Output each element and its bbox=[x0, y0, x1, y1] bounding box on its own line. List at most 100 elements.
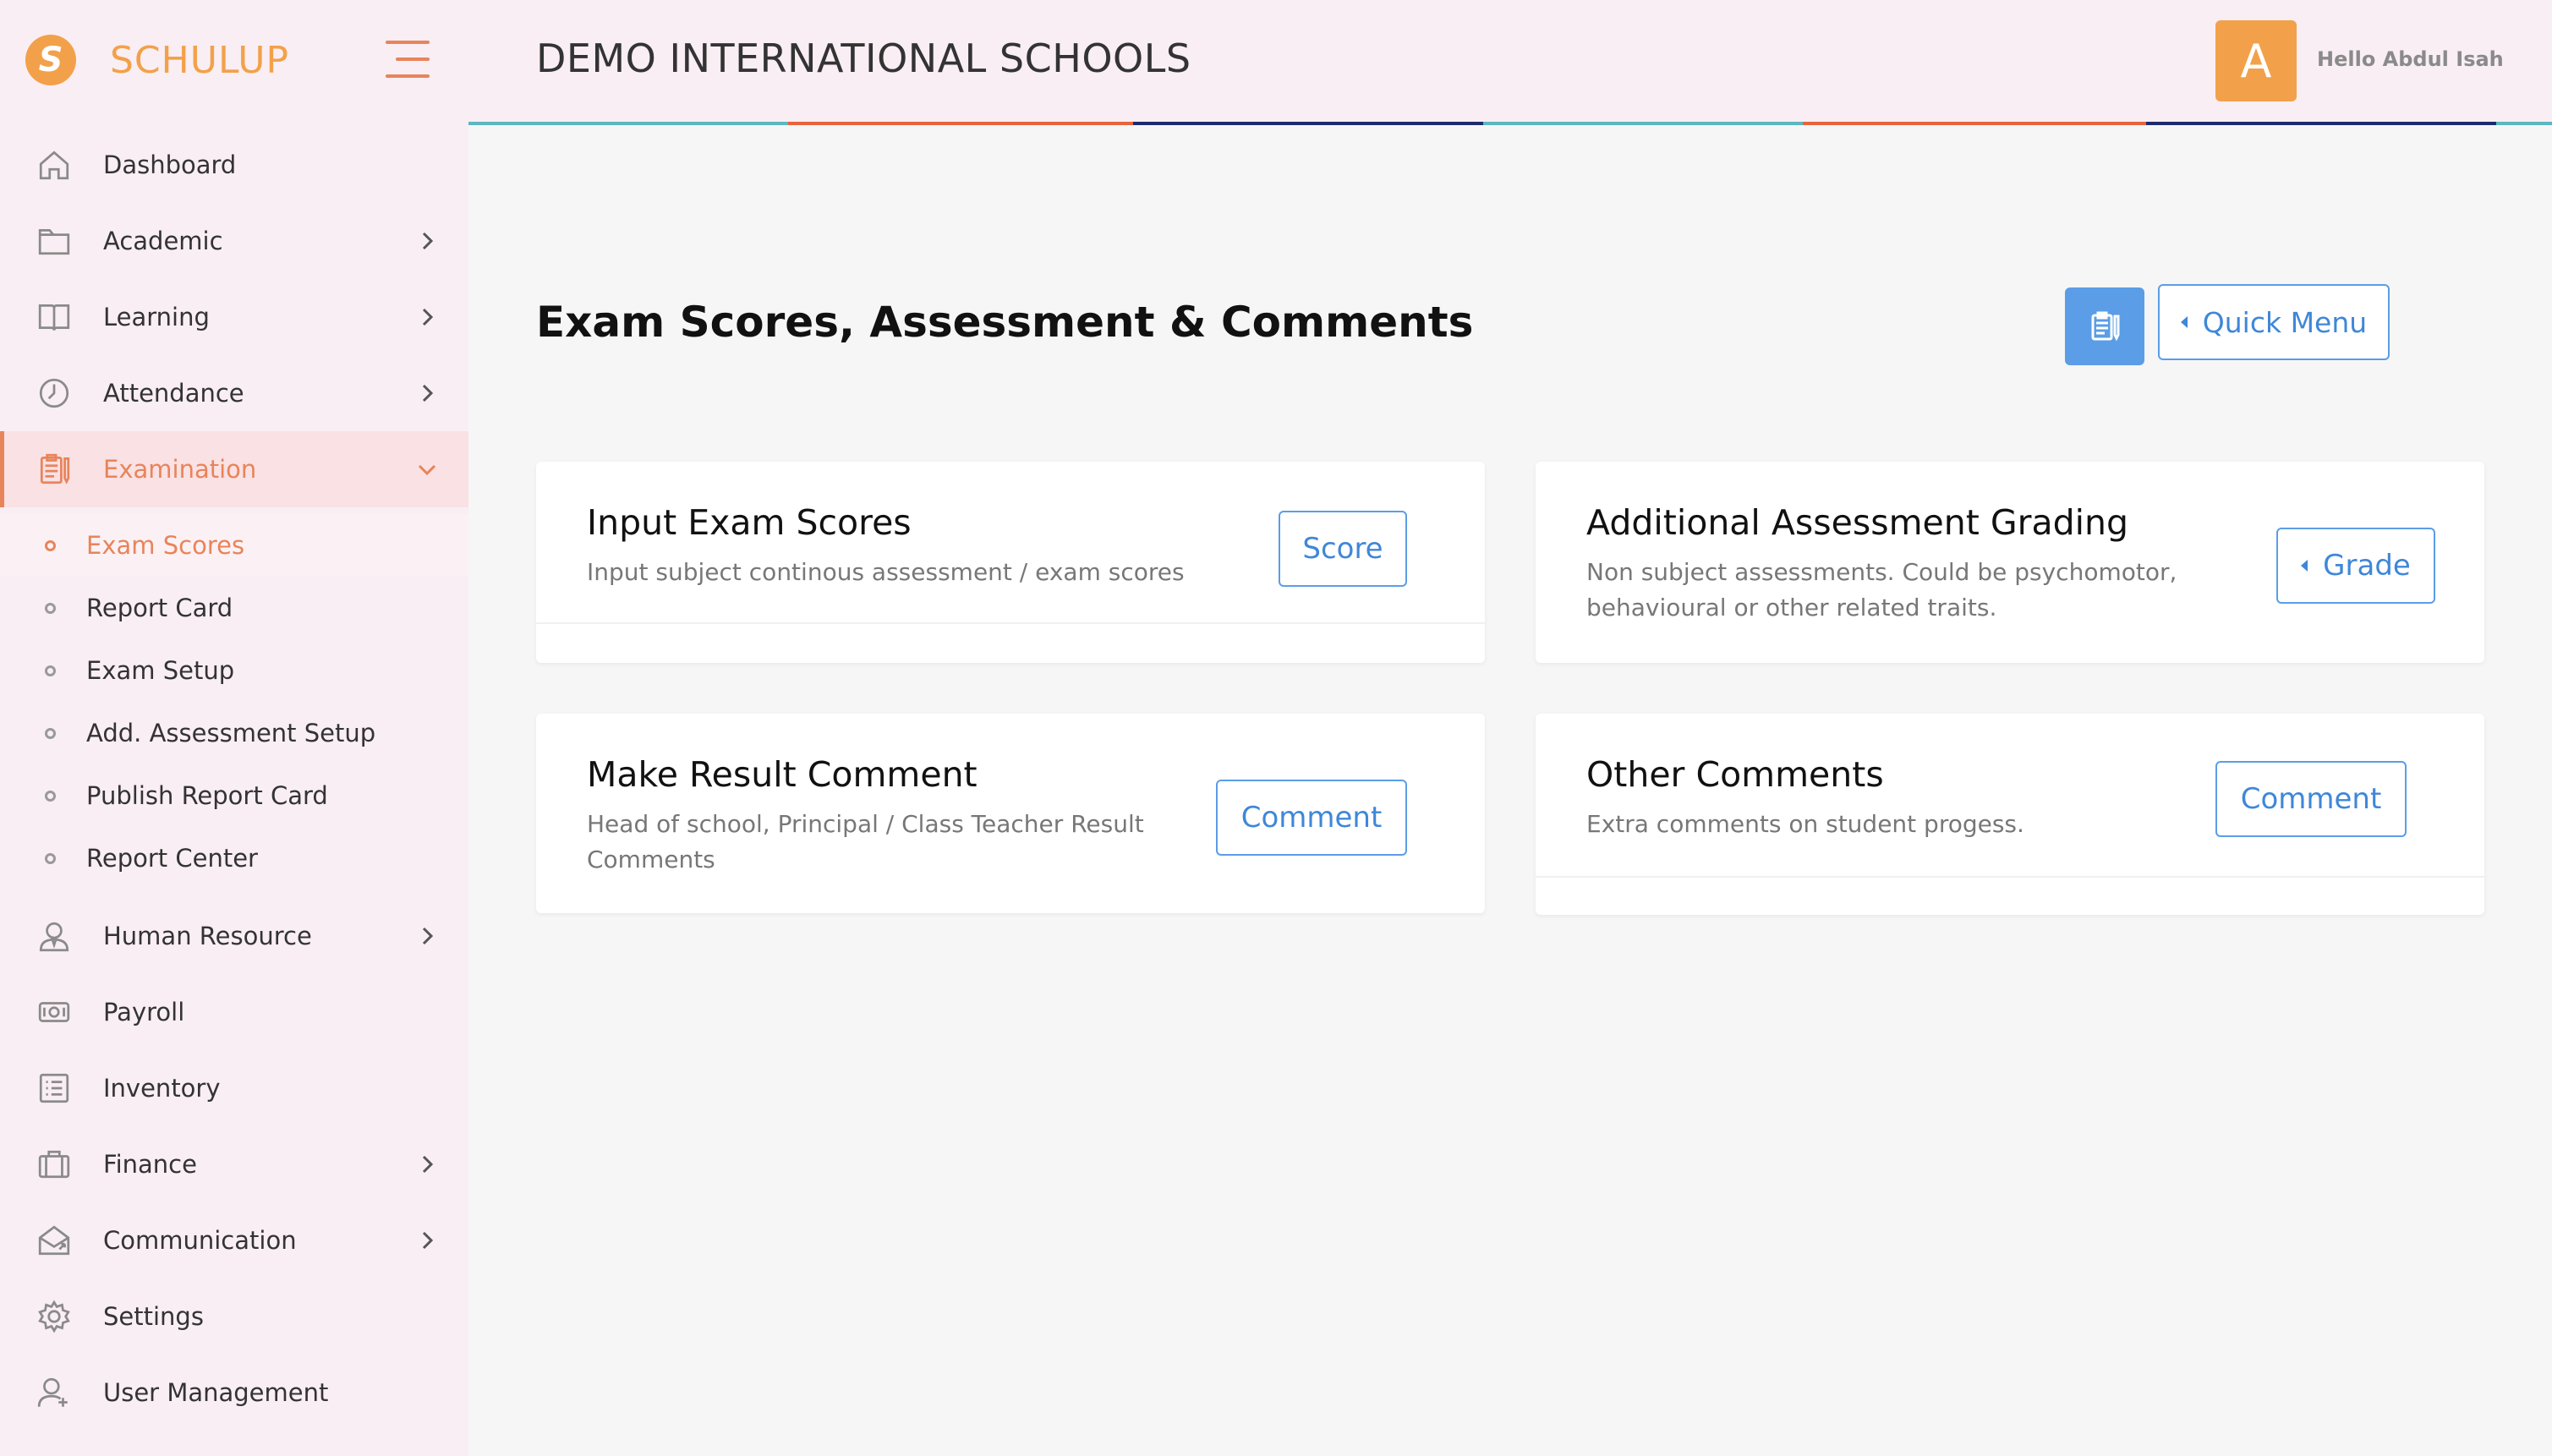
sidebar-item-finance[interactable]: Finance bbox=[0, 1126, 468, 1202]
user-greeting[interactable]: Hello Abdul Isah bbox=[2317, 47, 2504, 71]
brand[interactable]: S SCHULUP bbox=[25, 30, 289, 90]
result-comment-button[interactable]: Comment bbox=[1216, 780, 1407, 856]
score-button[interactable]: Score bbox=[1279, 511, 1407, 587]
sidebar-item-label: Communication bbox=[103, 1226, 297, 1255]
list-icon bbox=[36, 1070, 73, 1107]
clipboard-icon bbox=[36, 451, 73, 488]
card-description-line: Non subject assessments. Could be psycho… bbox=[1586, 558, 2177, 586]
sidebar-item-label: Settings bbox=[103, 1302, 204, 1331]
cash-icon bbox=[36, 993, 73, 1031]
submenu-item-exam-scores[interactable]: Exam Scores bbox=[0, 514, 468, 577]
other-comment-button[interactable]: Comment bbox=[2215, 761, 2407, 837]
clock-icon bbox=[36, 375, 73, 412]
page-title: Exam Scores, Assessment & Comments bbox=[536, 298, 1474, 347]
caret-left-icon bbox=[2301, 560, 2308, 572]
sidebar-item-label: Inventory bbox=[103, 1074, 221, 1103]
report-icon-button[interactable] bbox=[2065, 287, 2144, 365]
submenu-item-label: Report Card bbox=[86, 594, 233, 622]
sidebar-item-label: User Management bbox=[103, 1378, 329, 1407]
briefcase-icon bbox=[36, 1146, 73, 1183]
quick-menu-button[interactable]: Quick Menu bbox=[2158, 284, 2390, 360]
sidebar-item-academic[interactable]: Academic bbox=[0, 203, 468, 279]
submenu-item-label: Exam Setup bbox=[86, 656, 235, 685]
sidebar-item-settings[interactable]: Settings bbox=[0, 1278, 468, 1355]
card-input-exam-scores: Input Exam Scores Input subject continou… bbox=[536, 462, 1485, 663]
hamburger-menu-icon[interactable] bbox=[386, 41, 430, 78]
card-make-result-comment: Make Result Comment Head of school, Prin… bbox=[536, 714, 1485, 913]
sidebar-item-user-management[interactable]: User Management bbox=[0, 1355, 468, 1431]
user-tie-icon bbox=[36, 917, 73, 955]
card-description-line: behavioural or other related traits. bbox=[1586, 594, 1997, 621]
bullet-icon bbox=[45, 540, 56, 551]
sidebar-item-human-resource[interactable]: Human Resource bbox=[0, 898, 468, 974]
card-description: Head of school, Principal / Class Teache… bbox=[587, 807, 1144, 878]
sidebar-item-label: Learning bbox=[103, 303, 210, 331]
submenu-item-exam-setup[interactable]: Exam Setup bbox=[0, 639, 468, 702]
examination-submenu: Exam Scores Report Card Exam Setup Add. … bbox=[0, 507, 468, 898]
card-other-comments: Other Comments Extra comments on student… bbox=[1536, 714, 2484, 915]
grade-button-label: Grade bbox=[2323, 549, 2411, 583]
sidebar-item-examination[interactable]: Examination bbox=[0, 431, 468, 507]
folder-icon bbox=[36, 222, 73, 260]
bullet-icon bbox=[45, 728, 56, 739]
bullet-icon bbox=[45, 853, 56, 864]
chevron-right-icon bbox=[416, 382, 438, 404]
chevron-right-icon bbox=[416, 306, 438, 328]
sidebar-nav: Dashboard Academic Learning Attendance E… bbox=[0, 127, 468, 1431]
bullet-icon bbox=[45, 791, 56, 802]
caret-left-icon bbox=[2180, 316, 2188, 328]
bullet-icon bbox=[45, 603, 56, 614]
brand-logo-icon: S bbox=[25, 35, 76, 85]
submenu-item-report-card[interactable]: Report Card bbox=[0, 577, 468, 639]
gear-icon bbox=[36, 1298, 73, 1335]
sidebar-item-payroll[interactable]: Payroll bbox=[0, 974, 468, 1050]
card-title: Other Comments bbox=[1586, 754, 1884, 795]
card-title: Input Exam Scores bbox=[587, 502, 912, 543]
book-icon bbox=[36, 298, 73, 336]
sidebar: S SCHULUP Dashboard Academic Learning At… bbox=[0, 0, 468, 1456]
avatar[interactable]: A bbox=[2215, 20, 2297, 101]
card-description: Non subject assessments. Could be psycho… bbox=[1586, 555, 2177, 626]
sidebar-item-label: Payroll bbox=[103, 998, 185, 1026]
sidebar-item-communication[interactable]: Communication bbox=[0, 1202, 468, 1278]
home-icon bbox=[36, 146, 73, 183]
sidebar-item-learning[interactable]: Learning bbox=[0, 279, 468, 355]
sidebar-item-label: Attendance bbox=[103, 379, 244, 408]
card-title: Make Result Comment bbox=[587, 754, 978, 795]
card-description-line: Comments bbox=[587, 846, 715, 873]
sidebar-item-inventory[interactable]: Inventory bbox=[0, 1050, 468, 1126]
submenu-item-publish-report-card[interactable]: Publish Report Card bbox=[0, 764, 468, 827]
sidebar-item-dashboard[interactable]: Dashboard bbox=[0, 127, 468, 203]
card-description: Extra comments on student progess. bbox=[1586, 810, 2024, 838]
bullet-icon bbox=[45, 665, 56, 676]
chevron-right-icon bbox=[416, 1153, 438, 1175]
sidebar-item-attendance[interactable]: Attendance bbox=[0, 355, 468, 431]
submenu-item-label: Publish Report Card bbox=[86, 781, 328, 810]
header-accent-line bbox=[468, 122, 2552, 125]
submenu-item-add-assessment-setup[interactable]: Add. Assessment Setup bbox=[0, 702, 468, 764]
card-description: Input subject continous assessment / exa… bbox=[587, 558, 1185, 586]
brand-name: SCHULUP bbox=[110, 38, 290, 82]
mail-icon bbox=[36, 1222, 73, 1259]
sidebar-item-label: Academic bbox=[103, 227, 223, 255]
sidebar-item-label: Dashboard bbox=[103, 151, 237, 179]
submenu-item-label: Report Center bbox=[86, 844, 258, 873]
grade-button[interactable]: Grade bbox=[2276, 528, 2435, 604]
quick-menu-label: Quick Menu bbox=[2202, 305, 2368, 339]
card-additional-assessment-grading: Additional Assessment Grading Non subjec… bbox=[1536, 462, 2484, 663]
submenu-item-report-center[interactable]: Report Center bbox=[0, 827, 468, 889]
chevron-right-icon bbox=[416, 925, 438, 947]
sidebar-item-label: Human Resource bbox=[103, 922, 312, 950]
card-divider bbox=[1536, 876, 2484, 878]
card-title: Additional Assessment Grading bbox=[1586, 502, 2129, 543]
user-add-icon bbox=[36, 1374, 73, 1411]
top-header: DEMO INTERNATIONAL SCHOOLS A Hello Abdul… bbox=[468, 0, 2552, 123]
card-description-line: Head of school, Principal / Class Teache… bbox=[587, 810, 1144, 838]
sidebar-item-label: Finance bbox=[103, 1150, 197, 1179]
chevron-right-icon bbox=[416, 230, 438, 252]
card-divider bbox=[536, 622, 1485, 624]
sidebar-item-label: Examination bbox=[103, 455, 257, 484]
school-name: DEMO INTERNATIONAL SCHOOLS bbox=[536, 36, 1191, 81]
chevron-right-icon bbox=[416, 1229, 438, 1251]
clipboard-icon bbox=[2091, 311, 2120, 342]
